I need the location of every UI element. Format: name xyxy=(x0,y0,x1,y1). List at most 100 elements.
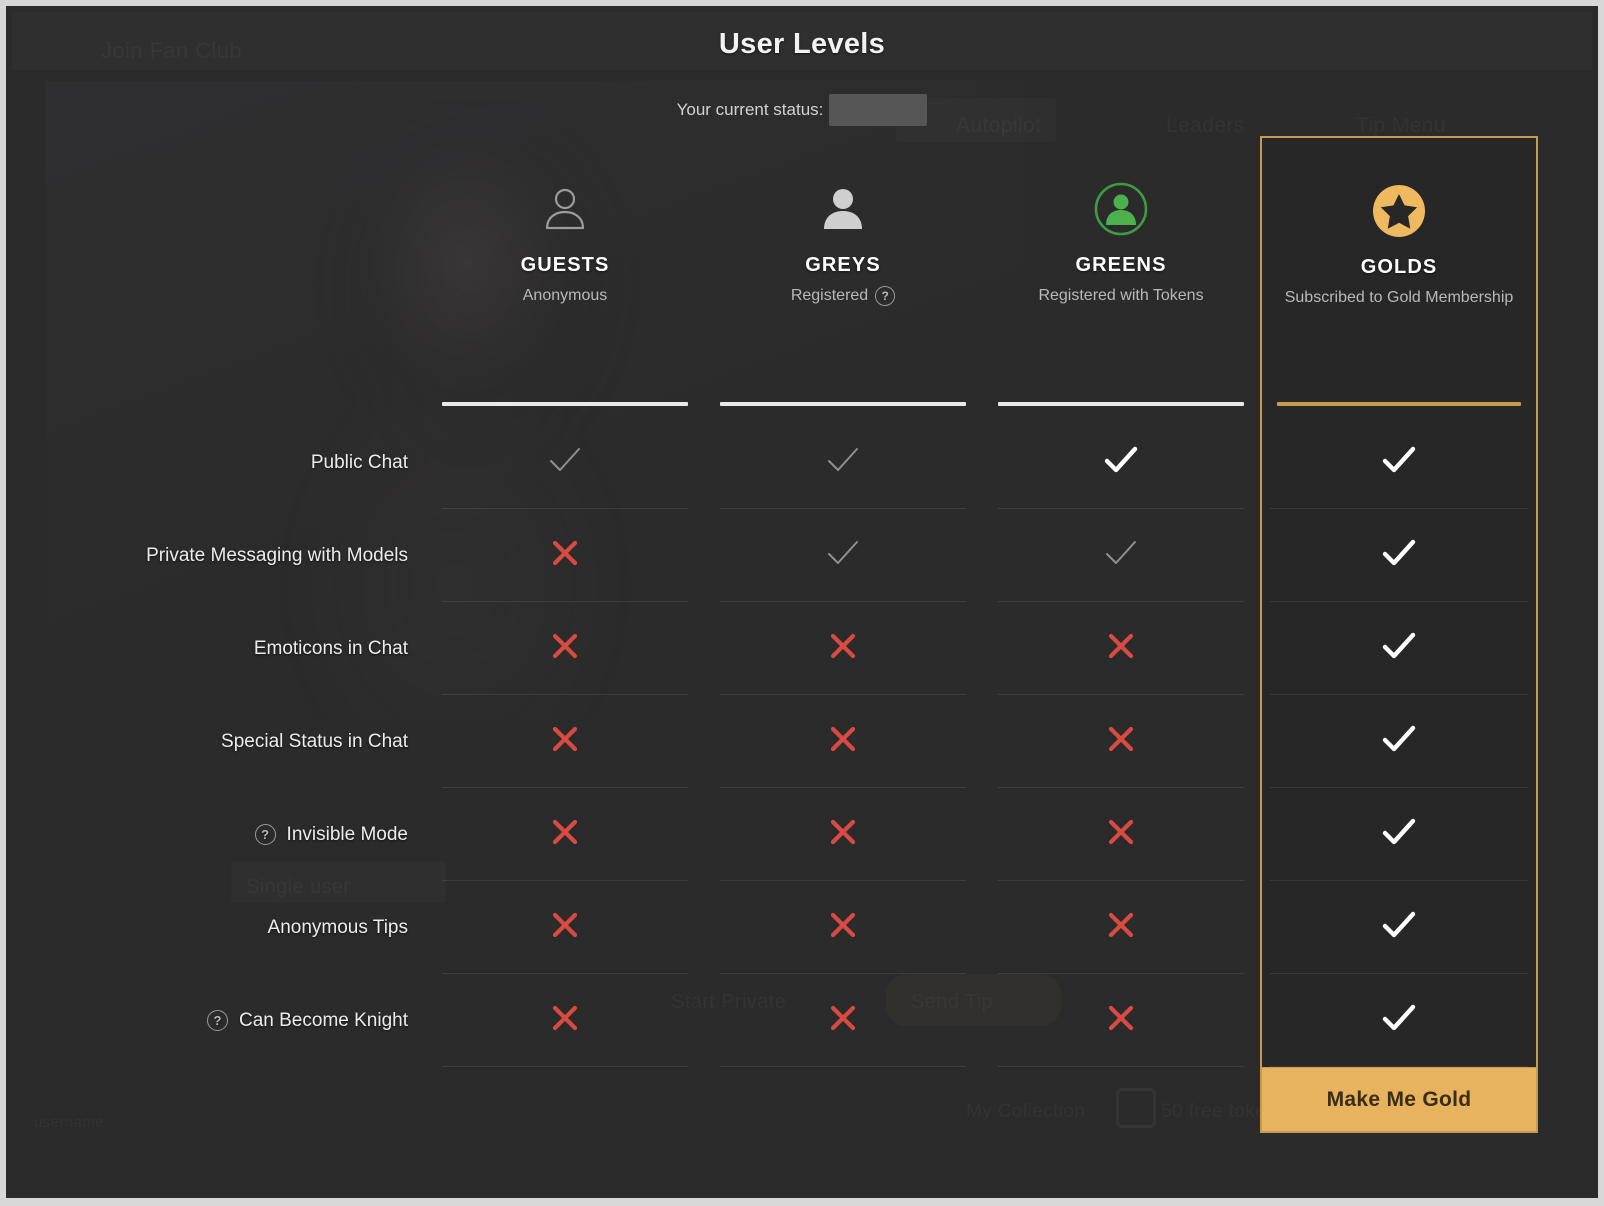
column-description-text: Anonymous xyxy=(522,287,608,304)
feature-label-text: Can Become Knight xyxy=(239,1009,408,1031)
cell-guests xyxy=(426,416,704,509)
cross-icon xyxy=(550,1003,580,1038)
user-circle-green-icon xyxy=(1093,178,1149,240)
cross-icon xyxy=(550,910,580,945)
cross-icon xyxy=(1106,1003,1136,1038)
table-row: Emoticons in Chat xyxy=(6,602,1598,695)
cell-greens xyxy=(982,695,1260,788)
cell-golds xyxy=(1260,788,1538,881)
column-header-greys: GREYS Registered ? xyxy=(704,136,982,402)
table-row: ? Invisible Mode xyxy=(6,788,1598,881)
header-underline-greens xyxy=(982,402,1260,416)
column-header-golds: GOLDS Subscribed to Gold Membership xyxy=(1260,136,1538,402)
table-row: Special Status in Chat xyxy=(6,695,1598,788)
column-title: GREENS xyxy=(1075,254,1167,276)
cell-guests xyxy=(426,602,704,695)
cell-greys xyxy=(704,788,982,881)
column-description-text: Subscribed to Gold Membership xyxy=(1284,289,1514,306)
cross-icon xyxy=(828,817,858,852)
feature-label-cell: Anonymous Tips xyxy=(6,881,426,974)
cell-greens xyxy=(982,974,1260,1067)
cta-empty-guests xyxy=(426,1067,704,1133)
column-description: Subscribed to Gold Membership xyxy=(1285,286,1514,309)
cell-greys xyxy=(704,974,982,1067)
cell-greys xyxy=(704,602,982,695)
cta-spacer xyxy=(6,1067,426,1133)
cell-greys xyxy=(704,509,982,602)
cell-greens xyxy=(982,788,1260,881)
check-icon-dim xyxy=(826,445,860,480)
feature-label-cell: ? Invisible Mode xyxy=(6,788,426,881)
check-icon-enabled xyxy=(1382,538,1416,573)
feature-label-cell: Private Messaging with Models xyxy=(6,509,426,602)
cell-guests xyxy=(426,974,704,1067)
feature-label-text: Special Status in Chat xyxy=(221,730,408,752)
column-description-text: Registered with Tokens xyxy=(1038,287,1204,304)
column-title: GREYS xyxy=(805,254,881,276)
feature-label-cell: Emoticons in Chat xyxy=(6,602,426,695)
column-header-guests: GUESTS Anonymous xyxy=(426,136,704,402)
cell-greys xyxy=(704,881,982,974)
check-icon-enabled xyxy=(1382,724,1416,759)
table-row: Public Chat xyxy=(6,416,1598,509)
column-title: GUESTS xyxy=(520,254,610,276)
user-levels-table: GUESTS Anonymous GREYS Registered ? GREE… xyxy=(6,136,1598,1133)
user-levels-modal: User Levels Your current status: GUESTS … xyxy=(6,6,1598,1198)
check-icon-enabled xyxy=(1382,631,1416,666)
check-icon-dim xyxy=(826,538,860,573)
user-filled-grey-icon xyxy=(820,178,866,240)
cell-greens xyxy=(982,881,1260,974)
cell-greys xyxy=(704,416,982,509)
cross-icon xyxy=(1106,817,1136,852)
user-outline-icon xyxy=(542,178,588,240)
cross-icon xyxy=(550,538,580,573)
cell-guests xyxy=(426,695,704,788)
cta-empty-greens xyxy=(982,1067,1260,1133)
underline xyxy=(442,402,688,406)
column-title: GOLDS xyxy=(1360,256,1438,278)
cell-greens xyxy=(982,602,1260,695)
underline xyxy=(720,402,966,406)
cell-golds xyxy=(1260,416,1538,509)
help-icon[interactable]: ? xyxy=(875,285,896,306)
cell-golds xyxy=(1260,509,1538,602)
feature-label-cell: Public Chat xyxy=(6,416,426,509)
column-guests: GUESTS Anonymous xyxy=(426,136,704,402)
help-icon[interactable]: ? xyxy=(254,824,276,845)
column-greys: GREYS Registered ? xyxy=(704,136,982,402)
cross-icon xyxy=(550,631,580,666)
help-icon[interactable]: ? xyxy=(207,1010,228,1031)
header-underline-greys xyxy=(704,402,982,416)
feature-rows-container: Public Chat Private Messaging with Models… xyxy=(6,416,1598,1067)
cell-golds xyxy=(1260,695,1538,788)
cross-icon xyxy=(1106,724,1136,759)
cell-greys xyxy=(704,695,982,788)
header-underline-row xyxy=(6,402,1598,416)
column-description: Anonymous xyxy=(523,284,608,307)
cross-icon xyxy=(828,1003,858,1038)
cross-icon xyxy=(1106,910,1136,945)
make-me-gold-button[interactable]: Make Me Gold xyxy=(1260,1067,1538,1133)
table-row: Private Messaging with Models xyxy=(6,509,1598,602)
cross-icon xyxy=(828,724,858,759)
feature-label-cell: Special Status in Chat xyxy=(6,695,426,788)
rule-spacer xyxy=(6,402,426,416)
check-icon-dim xyxy=(1104,538,1138,573)
current-status-label: Your current status: xyxy=(676,100,824,119)
check-icon-enabled xyxy=(1382,445,1416,480)
cta-cell-golds: Make Me Gold xyxy=(1260,1067,1538,1133)
cell-golds xyxy=(1260,974,1538,1067)
column-greens: GREENS Registered with Tokens xyxy=(982,136,1260,402)
check-icon-enabled xyxy=(1382,910,1416,945)
cell-guests xyxy=(426,881,704,974)
cross-icon xyxy=(828,910,858,945)
column-description-text: Registered xyxy=(790,287,869,304)
feature-label-text: Private Messaging with Models xyxy=(146,544,408,566)
page-frame: Join Fan Club Autopilot Leaders Tip Menu… xyxy=(0,0,1604,1206)
feature-label-text: Anonymous Tips xyxy=(267,916,408,938)
column-header-greens: GREENS Registered with Tokens xyxy=(982,136,1260,402)
cross-icon xyxy=(1106,631,1136,666)
feature-label-text: Emoticons in Chat xyxy=(253,637,408,659)
cross-icon xyxy=(550,817,580,852)
header-underline-golds xyxy=(1260,402,1538,416)
